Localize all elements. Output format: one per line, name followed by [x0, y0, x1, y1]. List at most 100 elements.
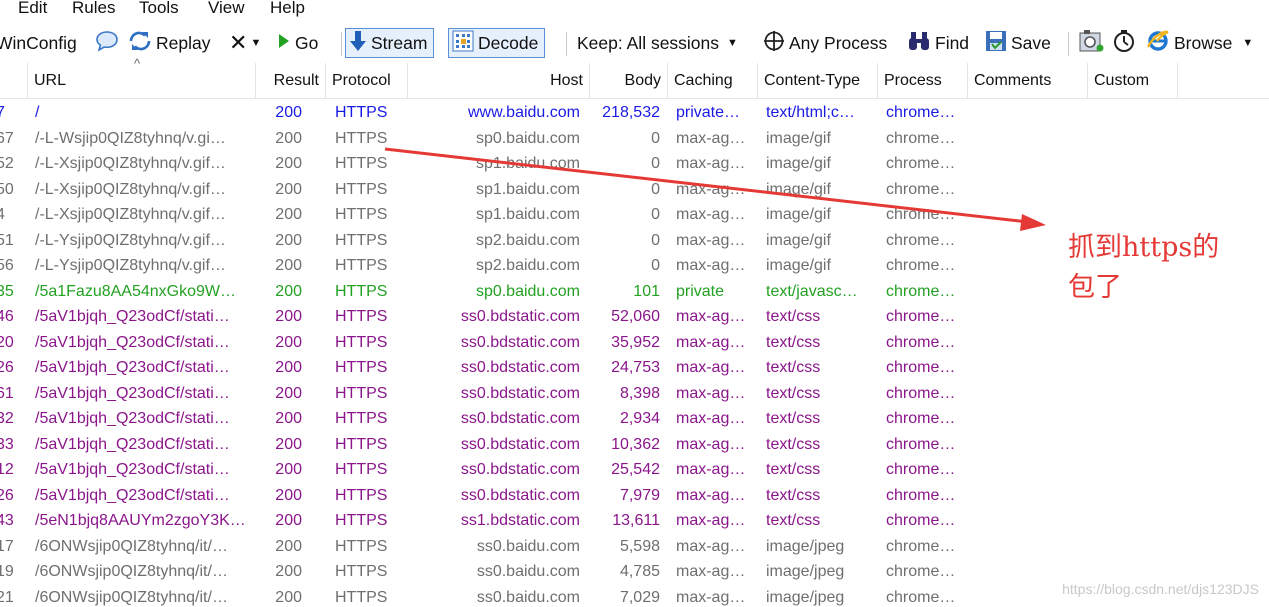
session-number: 7 [0, 104, 5, 121]
stream-label: Stream [371, 32, 428, 53]
caching-cell: max-ag… [676, 486, 746, 504]
screenshot-button[interactable] [1078, 28, 1108, 58]
body-cell: 0 [651, 180, 660, 198]
column-host[interactable]: Host [408, 63, 590, 99]
column-number[interactable] [0, 63, 28, 99]
session-row[interactable]: 33/5aV1bjqh_Q23odCf/stati… 200 HTTPS ss0.bd… [0, 432, 1269, 458]
save-label: Save [1011, 32, 1051, 53]
any-process-label: Any Process [789, 32, 888, 53]
winconfig-button[interactable]: WinConfig [0, 28, 77, 58]
find-label: Find [935, 32, 970, 53]
winconfig-label: WinConfig [0, 32, 77, 53]
comment-button[interactable] [95, 28, 123, 58]
menu-edit[interactable]: Edit [18, 0, 47, 18]
chevron-down-icon: ▼ [250, 37, 262, 49]
host-cell: ss0.bdstatic.com [460, 410, 580, 427]
session-row[interactable]: 52 /-L-Xsjip0QIZ8tyhnq/v.gif… 200 HTTPS sp1.… [0, 151, 1269, 177]
url-cell: /-L-Ysjip0QIZ8tyhnq/v.gif… [35, 231, 226, 249]
browse-dropdown[interactable]: Browse ▼ [1146, 28, 1253, 58]
session-number: 17 [0, 537, 14, 555]
process-cell: chrome… [886, 180, 956, 198]
watermark: https://blog.csdn.net/djs123DJS [1062, 581, 1259, 597]
save-button[interactable]: Save [985, 28, 1051, 58]
url-cell: /5aV1bjqh_Q23odCf/stati… [35, 461, 230, 478]
any-process-button[interactable]: Any Process [763, 28, 887, 58]
content-type-cell: text/css [766, 435, 821, 453]
toolbar-separator [341, 32, 342, 56]
session-row[interactable]: 12/5aV1bjqh_Q23odCf/stati… 200 HTTPS ss0.bd… [0, 457, 1269, 483]
column-url[interactable]: URL [28, 63, 256, 99]
body-cell: 0 [651, 129, 660, 147]
column-protocol[interactable]: Protocol [326, 63, 408, 99]
result-cell: 200 [275, 282, 302, 300]
host-cell: sp1.baidu.com [475, 206, 580, 223]
session-number: 12 [0, 461, 14, 478]
decode-button[interactable]: Decode [448, 28, 546, 58]
body-cell: 35,952 [611, 333, 660, 351]
process-cell: chrome… [886, 563, 956, 580]
session-row[interactable]: 50 /-L-Xsjip0QIZ8tyhnq/v.gif… 200 HTTPS sp1.… [0, 177, 1269, 203]
column-comments[interactable]: Comments [968, 63, 1088, 99]
keep-sessions-dropdown[interactable]: Keep: All sessions ▼ [577, 28, 738, 58]
body-cell: 7,979 [619, 486, 660, 504]
result-cell: 200 [275, 486, 302, 504]
caching-cell: max-ag… [676, 180, 746, 198]
column-body[interactable]: Body [590, 63, 668, 99]
process-cell: chrome… [886, 308, 956, 325]
caching-cell: max-ag… [676, 359, 746, 376]
session-row[interactable]: 61/5aV1bjqh_Q23odCf/stati… 200 HTTPS ss0.bd… [0, 381, 1269, 407]
column-result[interactable]: Result [256, 63, 326, 99]
body-cell: 7,029 [619, 588, 660, 606]
column-caching[interactable]: Caching [668, 63, 758, 99]
body-cell: 8,398 [619, 384, 660, 402]
result-cell: 200 [275, 359, 302, 376]
menu-rules[interactable]: Rules [72, 0, 115, 18]
session-row[interactable]: 26/5aV1bjqh_Q23odCf/stati… 200 HTTPS ss0.bd… [0, 355, 1269, 381]
menu-help[interactable]: Help [270, 0, 305, 18]
protocol-cell: HTTPS [335, 333, 388, 351]
session-row[interactable]: 43/5eN1bjq8AAUYm2zgoY3K… 200 HTTPS ss1.bdst… [0, 508, 1269, 534]
session-row[interactable]: 32/5aV1bjqh_Q23odCf/stati… 200 HTTPS ss0.bd… [0, 406, 1269, 432]
remove-dropdown[interactable]: ✕ ▼ [229, 28, 261, 58]
annotation-note: 抓到https的 包了 [1068, 228, 1258, 308]
session-row[interactable]: 17/6ONWsjip0QIZ8tyhnq/it/… 200 HTTPS ss0.ba… [0, 534, 1269, 560]
process-cell: chrome… [886, 129, 956, 147]
process-cell: chrome… [886, 537, 956, 555]
url-cell: /5aV1bjqh_Q23odCf/stati… [35, 333, 230, 351]
content-type-cell: text/css [766, 486, 821, 504]
host-cell: ss0.bdstatic.com [460, 486, 580, 504]
timer-button[interactable] [1112, 28, 1140, 58]
content-type-cell: text/css [766, 308, 821, 325]
url-cell: /-L-Xsjip0QIZ8tyhnq/v.gif… [35, 180, 226, 198]
find-button[interactable]: Find [907, 28, 969, 58]
host-cell: sp1.baidu.com [475, 180, 580, 198]
stream-button[interactable]: Stream [345, 28, 435, 58]
session-row[interactable]: 67 /-L-Wsjip0QIZ8tyhnq/v.gi… 200 HTTPS sp0.b… [0, 126, 1269, 152]
result-cell: 200 [275, 537, 302, 555]
protocol-cell: HTTPS [335, 257, 388, 274]
process-cell: chrome… [886, 359, 956, 376]
content-type-cell: text/javasc… [766, 282, 858, 300]
column-custom[interactable]: Custom [1088, 63, 1178, 99]
body-cell: 2,934 [619, 410, 660, 427]
column-content-type[interactable]: Content-Type [758, 63, 878, 99]
menu-tools[interactable]: Tools [139, 0, 179, 18]
menu-view[interactable]: View [208, 0, 245, 18]
content-type-cell: text/css [766, 461, 821, 478]
session-row[interactable]: 20/5aV1bjqh_Q23odCf/stati… 200 HTTPS ss0.bd… [0, 330, 1269, 356]
session-row[interactable]: 7 / 200 HTTPS www.baidu.com 218,532 private… te… [0, 100, 1269, 126]
session-row[interactable]: 26/5aV1bjqh_Q23odCf/stati… 200 HTTPS ss0.bd… [0, 483, 1269, 509]
host-cell: ss0.bdstatic.com [460, 461, 580, 478]
result-cell: 200 [275, 257, 302, 274]
session-row[interactable]: 4 /-L-Xsjip0QIZ8tyhnq/v.gif… 200 HTTPS sp1.b… [0, 202, 1269, 228]
url-cell: / [35, 104, 40, 121]
replay-button[interactable]: Replay [128, 28, 210, 58]
protocol-cell: HTTPS [335, 359, 388, 376]
body-cell: 25,542 [611, 461, 660, 478]
url-cell: /-L-Wsjip0QIZ8tyhnq/v.gi… [35, 129, 226, 147]
go-button[interactable]: Go [277, 28, 318, 58]
protocol-cell: HTTPS [335, 563, 388, 580]
protocol-cell: HTTPS [335, 410, 388, 427]
column-process[interactable]: Process [878, 63, 968, 99]
protocol-cell: HTTPS [335, 512, 388, 529]
